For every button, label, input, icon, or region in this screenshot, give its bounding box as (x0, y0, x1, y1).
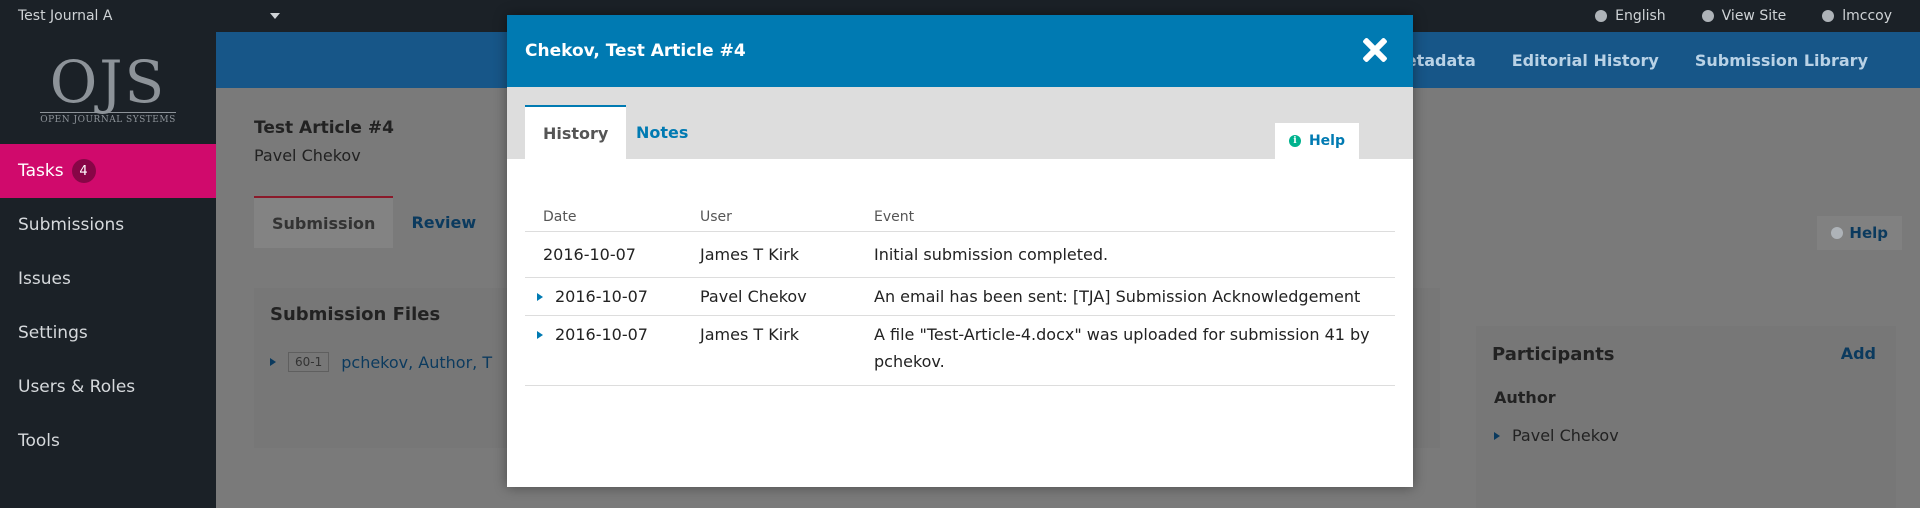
workflow-tabs: Submission Review C (254, 196, 542, 248)
row-date: 2016-10-07 (543, 245, 636, 264)
sidebar-item-issues[interactable]: Issues (0, 252, 216, 306)
column-header-event[interactable]: Event (874, 209, 1395, 225)
row-date: 2016-10-07 (555, 287, 648, 306)
column-header-user[interactable]: User (700, 209, 874, 225)
modal-help-label: Help (1308, 133, 1345, 149)
submission-library-link[interactable]: Submission Library (1695, 51, 1868, 70)
tab-history[interactable]: History (525, 105, 627, 159)
tab-submission[interactable]: Submission (254, 196, 394, 248)
expand-icon[interactable] (1494, 431, 1500, 440)
info-icon: i (1288, 135, 1301, 147)
workflow-help-button[interactable]: Help (1817, 216, 1902, 250)
sidebar-item-label: Tools (18, 431, 60, 451)
language-link[interactable]: English (1595, 8, 1666, 24)
logo-main: OJS (49, 47, 167, 116)
ojs-logo[interactable]: OJS OPEN JOURNAL SYSTEMS (0, 32, 216, 144)
journal-switcher[interactable]: Test Journal A (18, 8, 281, 24)
chevron-down-icon (270, 13, 281, 19)
sidebar-item-label: Submissions (18, 215, 125, 235)
row-date: 2016-10-07 (555, 325, 648, 344)
eye-icon (1701, 10, 1714, 22)
row-user: James T Kirk (700, 245, 800, 264)
sidebar-item-users-roles[interactable]: Users & Roles (0, 360, 216, 414)
article-author: Pavel Chekov (254, 146, 361, 165)
participants-panel: Participants Add Author Pavel Chekov (1476, 326, 1896, 508)
user-menu[interactable]: lmccoy (1822, 8, 1892, 24)
info-icon (1831, 227, 1844, 239)
sidebar-item-label: Tasks (18, 161, 64, 181)
row-event: An email has been sent: [TJA] Submission… (874, 287, 1361, 306)
add-participant-button[interactable]: Add (1841, 344, 1876, 363)
globe-icon (1595, 10, 1608, 22)
tasks-count-badge: 4 (71, 159, 96, 183)
modal-header: Chekov, Test Article #4 (507, 15, 1413, 87)
expand-icon[interactable] (537, 331, 543, 339)
participant-role-heading: Author (1494, 388, 1556, 407)
row-event: A file "Test-Article-4.docx" was uploade… (874, 325, 1370, 371)
participant-name: Pavel Chekov (1512, 426, 1619, 445)
expand-icon[interactable] (270, 358, 276, 366)
modal-help-button[interactable]: i Help (1274, 123, 1359, 159)
history-grid: Date User Event 2016-10-07 James T Kirk … (525, 202, 1395, 386)
modal-tabs: History Notes i Help (507, 87, 1413, 159)
language-label: English (1615, 8, 1666, 24)
logo-tagline: OPEN JOURNAL SYSTEMS (40, 111, 176, 125)
file-name-link[interactable]: pchekov, Author, T (341, 353, 492, 372)
username-label: lmccoy (1842, 8, 1892, 24)
history-grid-header: Date User Event (525, 202, 1395, 232)
editorial-history-modal: Chekov, Test Article #4 History Notes i … (507, 15, 1413, 487)
view-site-label: View Site (1721, 8, 1787, 24)
column-header-date[interactable]: Date (525, 209, 700, 225)
workflow-help-label: Help (1849, 224, 1888, 242)
sidebar: OJS OPEN JOURNAL SYSTEMS Tasks 4 Submiss… (0, 32, 216, 508)
close-icon[interactable] (1359, 34, 1391, 66)
submission-files-heading: Submission Files (270, 304, 441, 325)
table-row: 2016-10-07 James T Kirk Initial submissi… (525, 232, 1395, 278)
file-row[interactable]: 60-1 pchekov, Author, T (270, 352, 492, 372)
row-date-cell: 2016-10-07 (525, 278, 700, 315)
sidebar-item-label: Settings (18, 323, 88, 343)
file-id-chip: 60-1 (288, 352, 330, 372)
tab-notes[interactable]: Notes (618, 105, 706, 159)
sidebar-item-label: Issues (18, 269, 71, 289)
editorial-history-link[interactable]: Editorial History (1512, 51, 1659, 70)
journal-name: Test Journal A (18, 8, 113, 24)
modal-title: Chekov, Test Article #4 (525, 41, 746, 61)
participants-heading: Participants (1492, 344, 1615, 365)
row-user: Pavel Chekov (700, 287, 807, 306)
sidebar-item-tasks[interactable]: Tasks 4 (0, 144, 216, 198)
sidebar-item-label: Users & Roles (18, 377, 136, 397)
sidebar-item-settings[interactable]: Settings (0, 306, 216, 360)
tab-review[interactable]: Review (393, 196, 494, 248)
table-row[interactable]: 2016-10-07 Pavel Chekov An email has bee… (525, 278, 1395, 316)
sidebar-item-tools[interactable]: Tools (0, 414, 216, 468)
user-icon (1822, 10, 1835, 22)
row-user: James T Kirk (700, 325, 800, 344)
table-row[interactable]: 2016-10-07 James T Kirk A file "Test-Art… (525, 316, 1395, 386)
view-site-link[interactable]: View Site (1701, 8, 1787, 24)
participant-row[interactable]: Pavel Chekov (1494, 426, 1619, 445)
row-event: Initial submission completed. (874, 245, 1109, 264)
sidebar-item-submissions[interactable]: Submissions (0, 198, 216, 252)
row-date-cell: 2016-10-07 (525, 316, 700, 385)
article-title: Test Article #4 (254, 118, 394, 138)
expand-icon[interactable] (537, 293, 543, 301)
